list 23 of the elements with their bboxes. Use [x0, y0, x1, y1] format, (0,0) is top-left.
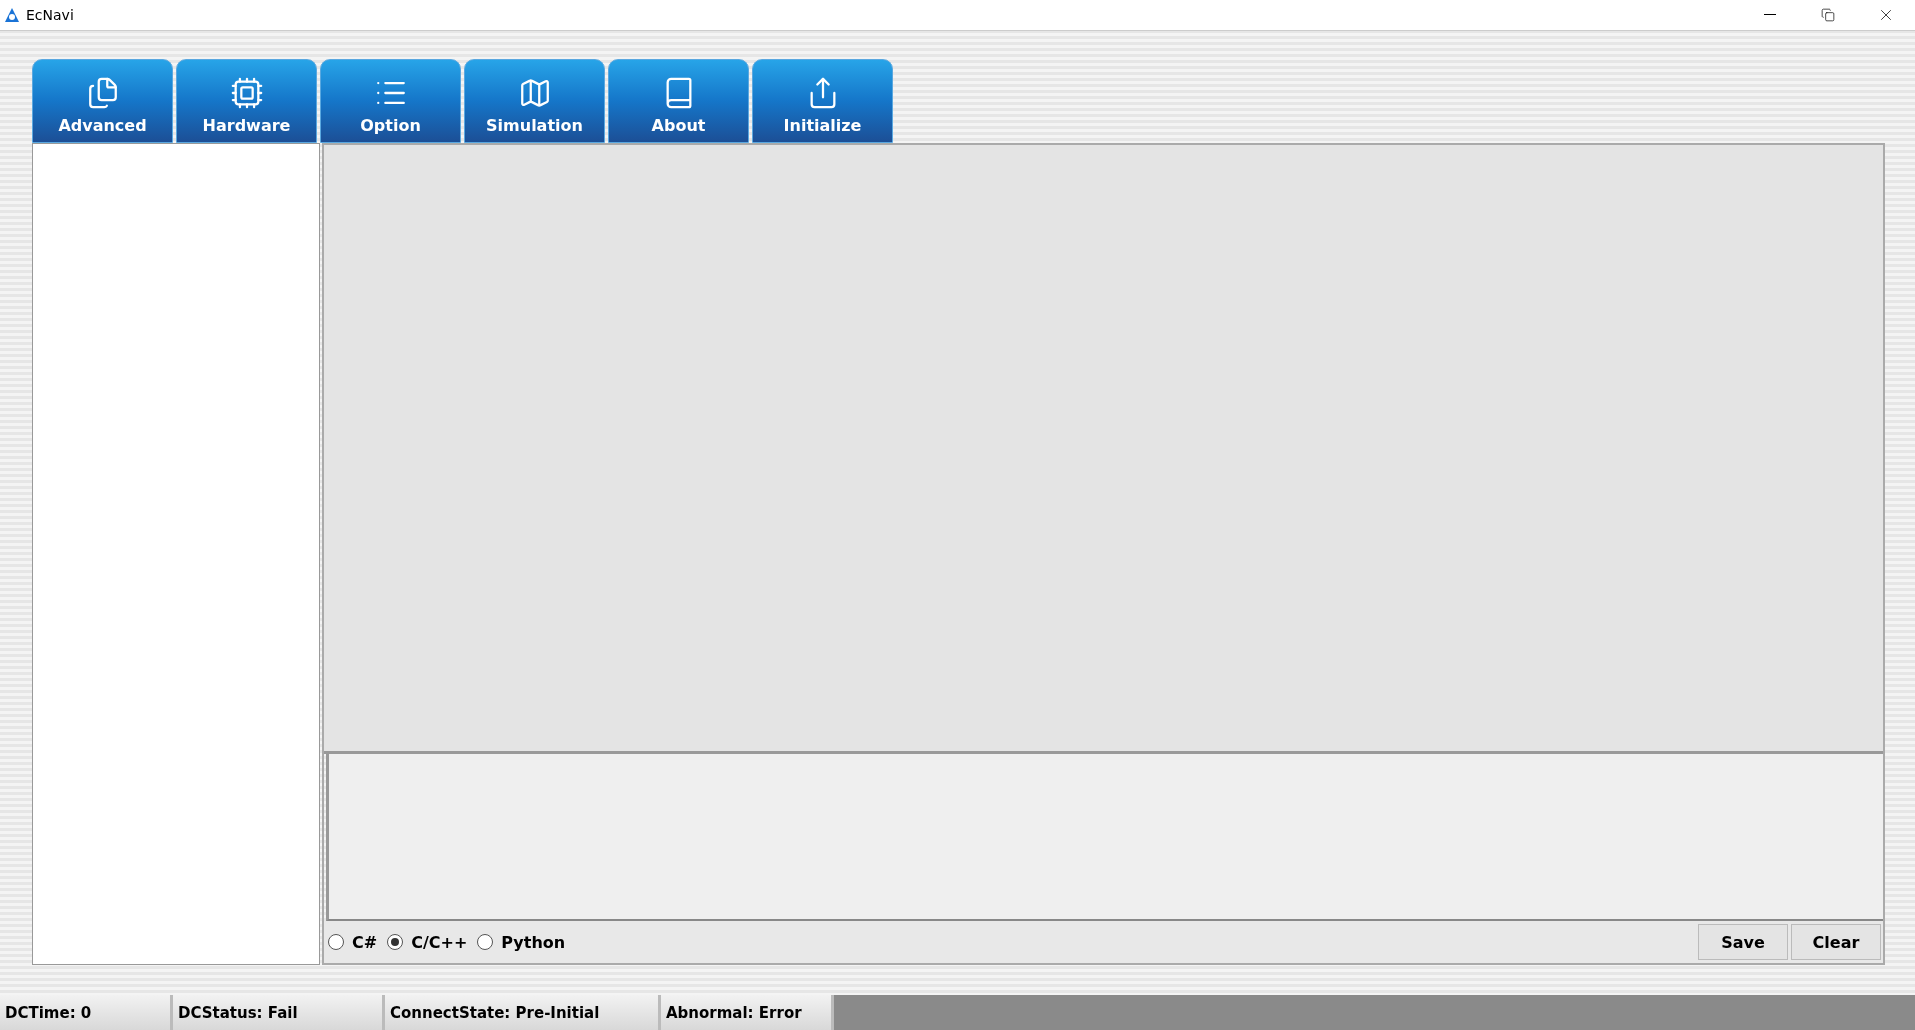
status-cell: DCStatus: Fail	[173, 995, 385, 1030]
toolbar-tab[interactable]: Hardware	[176, 59, 317, 143]
language-radio[interactable]: C/C++	[387, 932, 468, 952]
minimize-icon	[1764, 14, 1776, 16]
radio-button[interactable]	[328, 934, 344, 950]
restore-icon	[1821, 8, 1835, 22]
language-radio[interactable]: C#	[328, 932, 378, 952]
app-logo-icon	[4, 7, 20, 23]
save-button[interactable]: Save	[1698, 924, 1788, 960]
toolbar-tab[interactable]: Simulation	[464, 59, 605, 143]
radio-button[interactable]	[387, 934, 404, 950]
status-cell: Abnormal: Error	[661, 995, 834, 1030]
chip-icon	[229, 76, 264, 110]
toolbar-tab[interactable]: Advanced	[32, 59, 173, 143]
toolbar-tab[interactable]: Option	[320, 59, 461, 143]
window-title: EcNavi	[26, 7, 74, 23]
language-radio[interactable]: Python	[477, 932, 566, 952]
toolbar-tab[interactable]: About	[608, 59, 749, 143]
status-cell: ConnectState: Pre-Initial	[385, 995, 661, 1030]
radio-button[interactable]	[477, 934, 494, 950]
status-cell: DCTime: 0	[0, 995, 173, 1030]
toolbar-tab[interactable]: Initialize	[752, 59, 893, 143]
clear-button[interactable]: Clear	[1791, 924, 1881, 960]
